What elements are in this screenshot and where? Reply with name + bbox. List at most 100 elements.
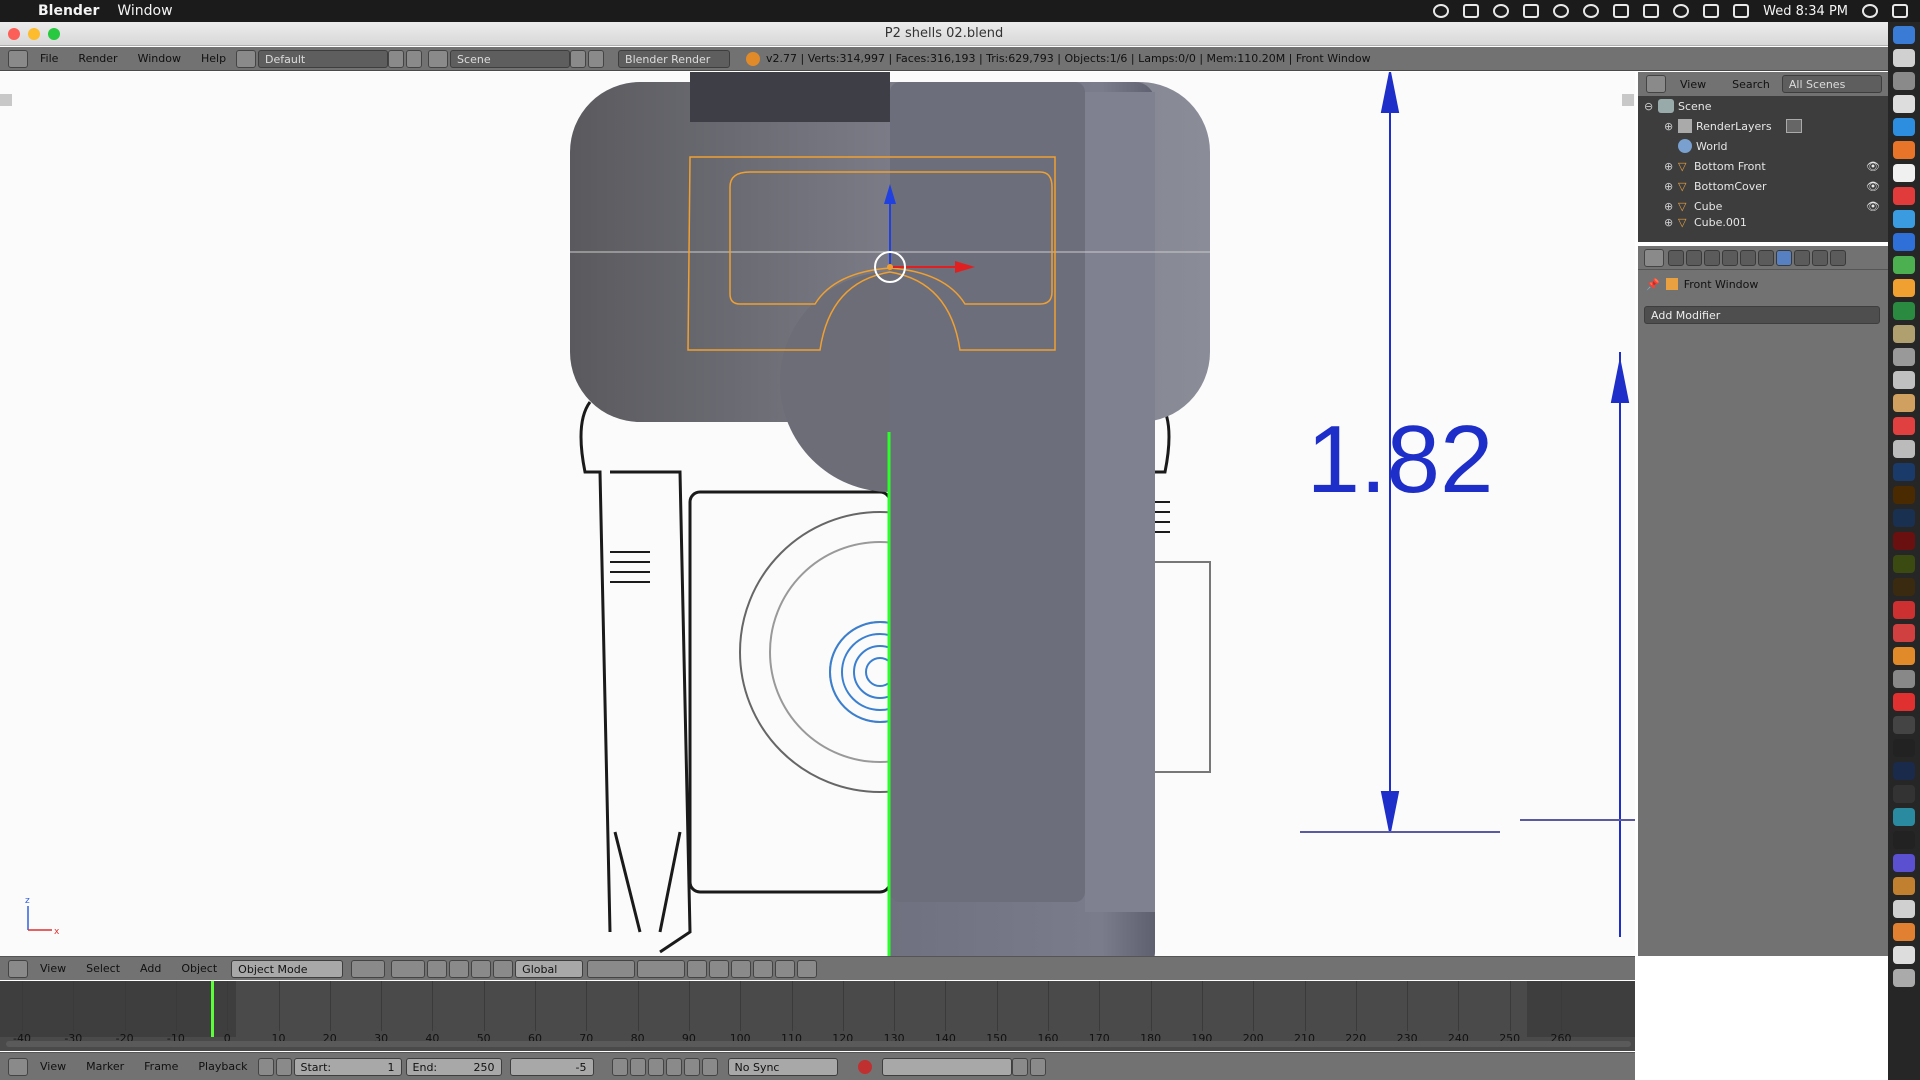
creative-cloud-icon[interactable] xyxy=(1433,4,1450,18)
charts-icon[interactable] xyxy=(1893,302,1915,320)
terminal-icon[interactable] xyxy=(1893,348,1915,366)
volume-icon[interactable] xyxy=(1733,4,1750,18)
preview-range-icon[interactable] xyxy=(257,1057,274,1076)
material-tab-icon[interactable] xyxy=(1812,249,1828,266)
outliner-item-bottom-front[interactable]: ⊕ ▽ Bottom Front 👁 xyxy=(1638,156,1888,176)
sync-mode-selector[interactable]: No Sync xyxy=(727,1057,838,1076)
app-icon[interactable] xyxy=(1893,95,1915,113)
scene-selector[interactable]: Scene xyxy=(450,49,571,68)
muse-icon[interactable] xyxy=(1893,555,1915,573)
layers-grid-a-icon[interactable] xyxy=(587,959,636,978)
chat-icon[interactable] xyxy=(1553,4,1570,18)
outliner-item-bottomcover[interactable]: ⊕ ▽ BottomCover 👁 xyxy=(1638,176,1888,196)
editor-type-3dview-icon[interactable] xyxy=(8,959,28,978)
menu-help[interactable]: Help xyxy=(191,52,236,65)
wifi-icon[interactable] xyxy=(1673,4,1690,18)
menu-file[interactable]: File xyxy=(30,52,68,65)
outliner-item-renderlayers[interactable]: ⊕ RenderLayers xyxy=(1638,116,1888,136)
epic-games-icon[interactable] xyxy=(1893,716,1915,734)
end-frame-field[interactable]: End: 250 xyxy=(405,1057,502,1076)
rotate-manipulator-icon[interactable] xyxy=(471,959,492,978)
menu-object[interactable]: Object xyxy=(171,962,227,975)
snap-toggle-icon[interactable] xyxy=(731,959,752,978)
jump-end-icon[interactable] xyxy=(701,1057,718,1076)
tool-icon[interactable] xyxy=(1893,394,1915,412)
outliner-menu-view[interactable]: View xyxy=(1680,78,1706,91)
app-icon[interactable] xyxy=(1893,785,1915,803)
layout-selector[interactable]: Default xyxy=(258,49,389,68)
3d-viewport[interactable]: 1.82 z x xyxy=(0,72,1635,956)
calendar-icon[interactable] xyxy=(1893,187,1915,205)
expand-icon[interactable]: ⊕ xyxy=(1664,200,1678,213)
viewport-toolshelf-toggle[interactable] xyxy=(0,94,12,106)
notification-center-icon[interactable] xyxy=(1892,4,1908,18)
layout-icon[interactable] xyxy=(236,49,257,68)
current-frame-cursor[interactable] xyxy=(211,981,215,1037)
red-app-icon[interactable] xyxy=(1893,624,1915,642)
itunes-icon[interactable] xyxy=(1893,900,1915,918)
minimize-window-button[interactable] xyxy=(28,28,40,40)
menu-window[interactable]: Window xyxy=(117,3,172,19)
renderlayers-tab-icon[interactable] xyxy=(1686,249,1702,266)
timeline-editor[interactable]: -40 -30 -20 -10 0 10 20 30 40 50 60 70 80 90 100 110 120… xyxy=(0,981,1635,1051)
jump-start-icon[interactable] xyxy=(611,1057,628,1076)
layers-grid-b-icon[interactable] xyxy=(637,959,686,978)
manipulator-toggle-icon[interactable] xyxy=(427,959,448,978)
star-app-icon[interactable] xyxy=(1893,854,1915,872)
start-frame-field[interactable]: Start: 1 xyxy=(293,1057,402,1076)
render-opengl-icon[interactable] xyxy=(775,959,796,978)
timeline-menu-playback[interactable]: Playback xyxy=(188,1060,257,1073)
finder-icon[interactable] xyxy=(1893,26,1915,44)
safari-icon[interactable] xyxy=(1893,118,1915,136)
creative-cloud-icon[interactable] xyxy=(1893,601,1915,619)
app-icon[interactable] xyxy=(1893,670,1915,688)
app-icon[interactable] xyxy=(1893,877,1915,895)
system-preferences-icon[interactable] xyxy=(1893,72,1915,90)
firefox-icon[interactable] xyxy=(1893,141,1915,159)
editor-type-properties-icon[interactable] xyxy=(1644,248,1664,267)
acrobat-icon[interactable] xyxy=(1893,532,1915,550)
messages-icon[interactable] xyxy=(1893,210,1915,228)
pages-icon[interactable] xyxy=(1893,279,1915,297)
outliner-item-scene[interactable]: ⊖ Scene xyxy=(1638,96,1888,116)
timeline-menu-marker[interactable]: Marker xyxy=(76,1060,134,1073)
notes-icon[interactable] xyxy=(1893,164,1915,182)
unreal-icon[interactable] xyxy=(1893,739,1915,757)
eject-icon[interactable] xyxy=(1613,4,1630,18)
visibility-eye-icon[interactable]: 👁 xyxy=(1866,200,1880,213)
trash-icon[interactable] xyxy=(1893,969,1915,987)
expand-icon[interactable]: ⊕ xyxy=(1664,216,1678,228)
infinity-icon[interactable] xyxy=(1893,808,1915,826)
utility-icon[interactable] xyxy=(1893,440,1915,458)
photoshop-icon[interactable] xyxy=(1893,463,1915,481)
expand-icon[interactable]: ⊕ xyxy=(1664,180,1678,193)
spotlight-icon[interactable] xyxy=(1862,4,1878,18)
disk-utility-icon[interactable] xyxy=(1893,371,1915,389)
object-tab-icon[interactable] xyxy=(1740,249,1756,266)
visibility-eye-icon[interactable]: 👁 xyxy=(1866,160,1880,173)
render-layer-toggle-icon[interactable] xyxy=(1785,119,1802,133)
jump-next-keyframe-icon[interactable] xyxy=(683,1057,700,1076)
menu-render[interactable]: Render xyxy=(68,52,127,65)
bluetooth-icon[interactable] xyxy=(1643,4,1660,18)
outliner-menu-search[interactable]: Search xyxy=(1732,78,1770,91)
constraints-tab-icon[interactable] xyxy=(1758,249,1774,266)
menu-add[interactable]: Add xyxy=(130,962,171,975)
interaction-mode-selector[interactable]: Object Mode xyxy=(231,959,344,978)
lock-range-icon[interactable] xyxy=(275,1057,292,1076)
record-icon[interactable] xyxy=(857,1059,872,1074)
visibility-eye-icon[interactable]: 👁 xyxy=(1866,180,1880,193)
timeline-menu-frame[interactable]: Frame xyxy=(134,1060,188,1073)
transform-orientation-selector[interactable]: Global xyxy=(515,959,584,978)
snap-element-icon[interactable] xyxy=(753,959,774,978)
scene-add-icon[interactable] xyxy=(570,49,587,68)
menu-window[interactable]: Window xyxy=(128,52,191,65)
render-tab-icon[interactable] xyxy=(1668,249,1684,266)
lightroom-icon[interactable] xyxy=(1893,509,1915,527)
expand-icon[interactable]: ⊕ xyxy=(1664,160,1678,173)
render-animation-icon[interactable] xyxy=(797,959,818,978)
layout-remove-icon[interactable] xyxy=(406,49,423,68)
blender-icon[interactable] xyxy=(1893,647,1915,665)
insert-keyframe-icon[interactable] xyxy=(1011,1057,1028,1076)
p-app-icon[interactable] xyxy=(1893,831,1915,849)
